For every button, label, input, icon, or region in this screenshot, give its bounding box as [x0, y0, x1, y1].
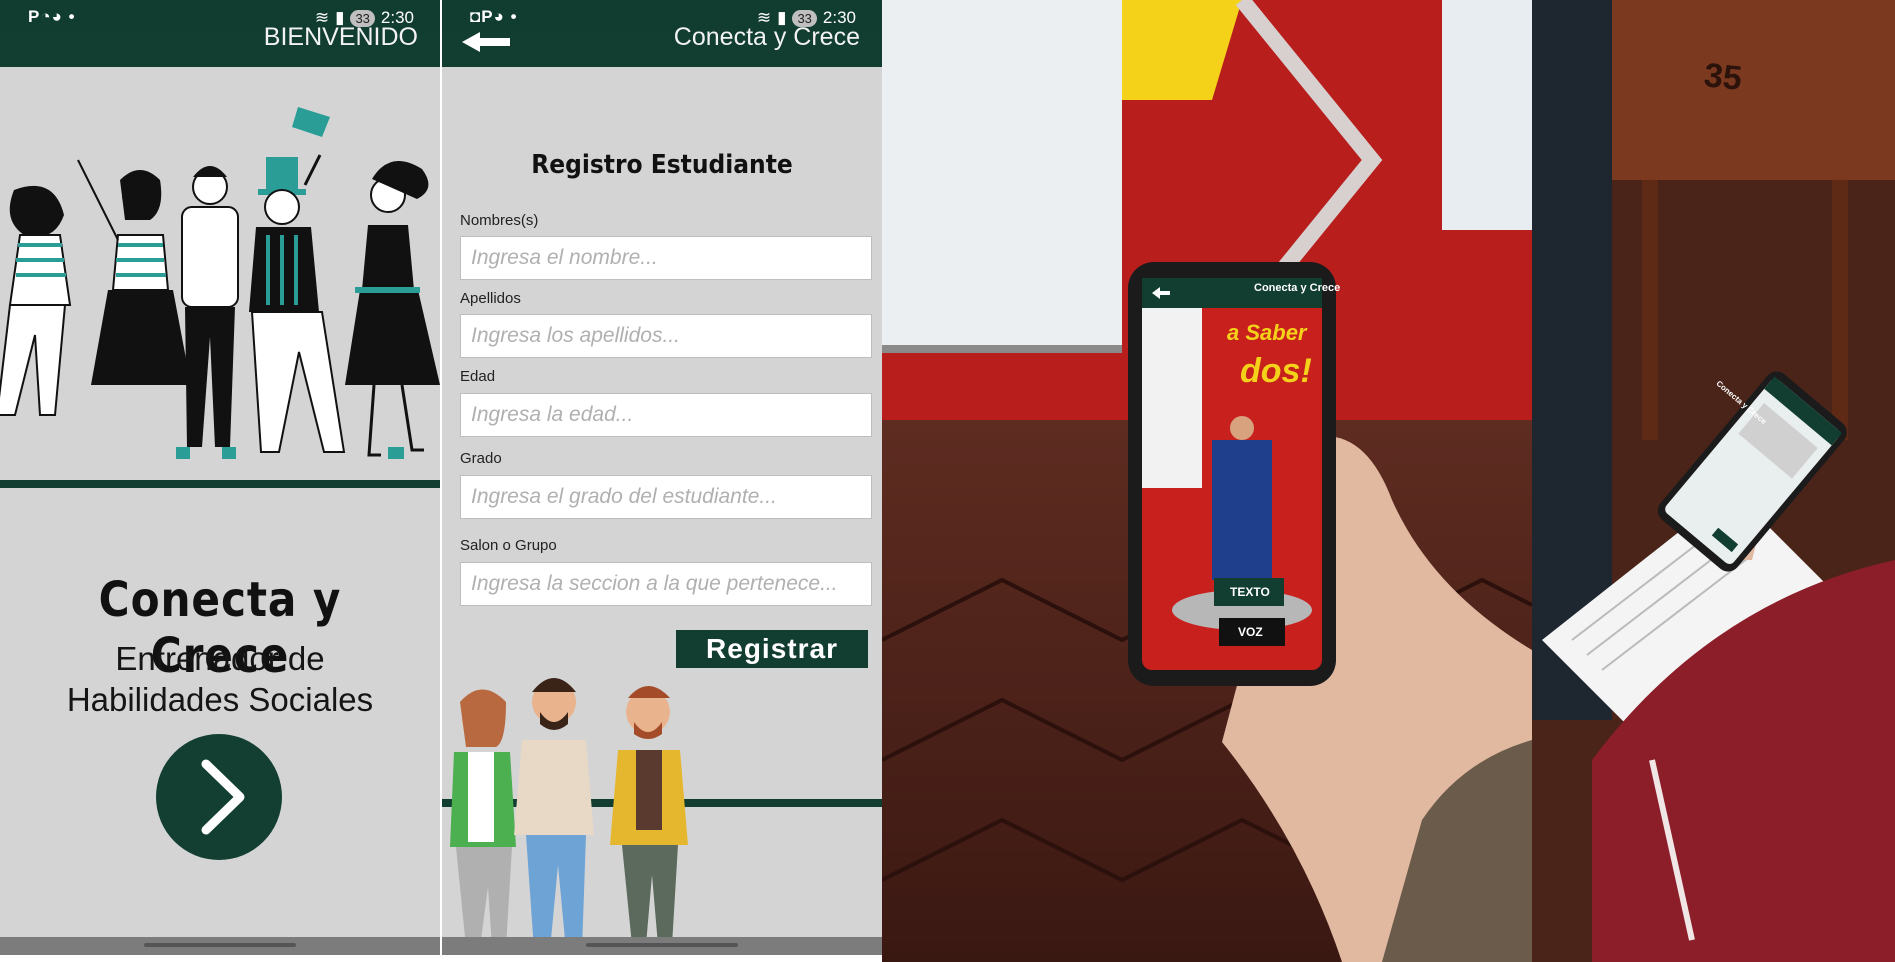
name-input[interactable]	[460, 236, 872, 280]
age-input[interactable]	[460, 393, 872, 437]
app-bar-title: BIENVENIDO	[263, 23, 418, 51]
app-bar-title: Conecta y Crece	[673, 23, 860, 51]
banner-text-1: a Saber	[1227, 320, 1307, 345]
home-gesture-handle[interactable]	[144, 943, 296, 947]
status-left-icons: P◔◕ •	[28, 7, 76, 26]
group-input[interactable]	[460, 562, 872, 606]
photo-ar-scene	[882, 0, 1532, 962]
grade-input[interactable]	[460, 475, 872, 519]
next-button[interactable]	[156, 734, 282, 860]
subtitle-line-2: Habilidades Sociales	[66, 681, 374, 718]
arrow-left-icon[interactable]	[460, 30, 514, 54]
system-nav-bar	[0, 937, 440, 955]
register-screen: ◘P◕ • ≋ ▮ 33 2:30 Conecta y Crece Regist…	[442, 0, 882, 955]
subtitle-line-1: Entrenador de	[115, 640, 325, 677]
grade-label: Grado	[460, 450, 502, 467]
photo-student-scene	[1532, 0, 1895, 962]
surname-label: Apellidos	[460, 290, 521, 307]
form-title: Registro Estudiante	[531, 150, 793, 180]
photo-ar-demo: Conecta y Crece a Saber dos! TEXTO VOZ	[882, 0, 1532, 962]
app-bar: Conecta y Crece	[442, 23, 882, 67]
phone-app-title: Conecta y Crece	[1254, 282, 1341, 294]
age-label: Edad	[460, 368, 496, 385]
dancing-people-illustration	[0, 107, 440, 459]
section-divider	[0, 480, 440, 488]
app-bar: BIENVENIDO	[0, 23, 440, 67]
phone-text-button: TEXTO	[1230, 585, 1270, 599]
home-gesture-handle[interactable]	[586, 943, 738, 947]
phone-voice-button: VOZ	[1238, 625, 1263, 639]
surname-input[interactable]	[460, 314, 872, 358]
app-subtitle: Entrenador de Habilidades Sociales	[0, 638, 440, 720]
welcome-screen: P◔◕ • ≋ ▮ 33 2:30 BIENVENIDO Conecta y C…	[0, 0, 440, 955]
desk-number: 35	[1702, 56, 1744, 98]
status-left-icons: ◘P◕ •	[470, 7, 518, 26]
chevron-right-icon	[201, 759, 245, 835]
photo-student-using-app: 35 Conecta y Crece	[1532, 0, 1895, 962]
three-people-illustration	[450, 678, 688, 950]
banner-text-2: dos!	[1240, 352, 1312, 390]
name-label: Nombres(s)	[460, 212, 539, 229]
group-label: Salon o Grupo	[460, 537, 557, 554]
system-nav-bar	[442, 937, 882, 955]
